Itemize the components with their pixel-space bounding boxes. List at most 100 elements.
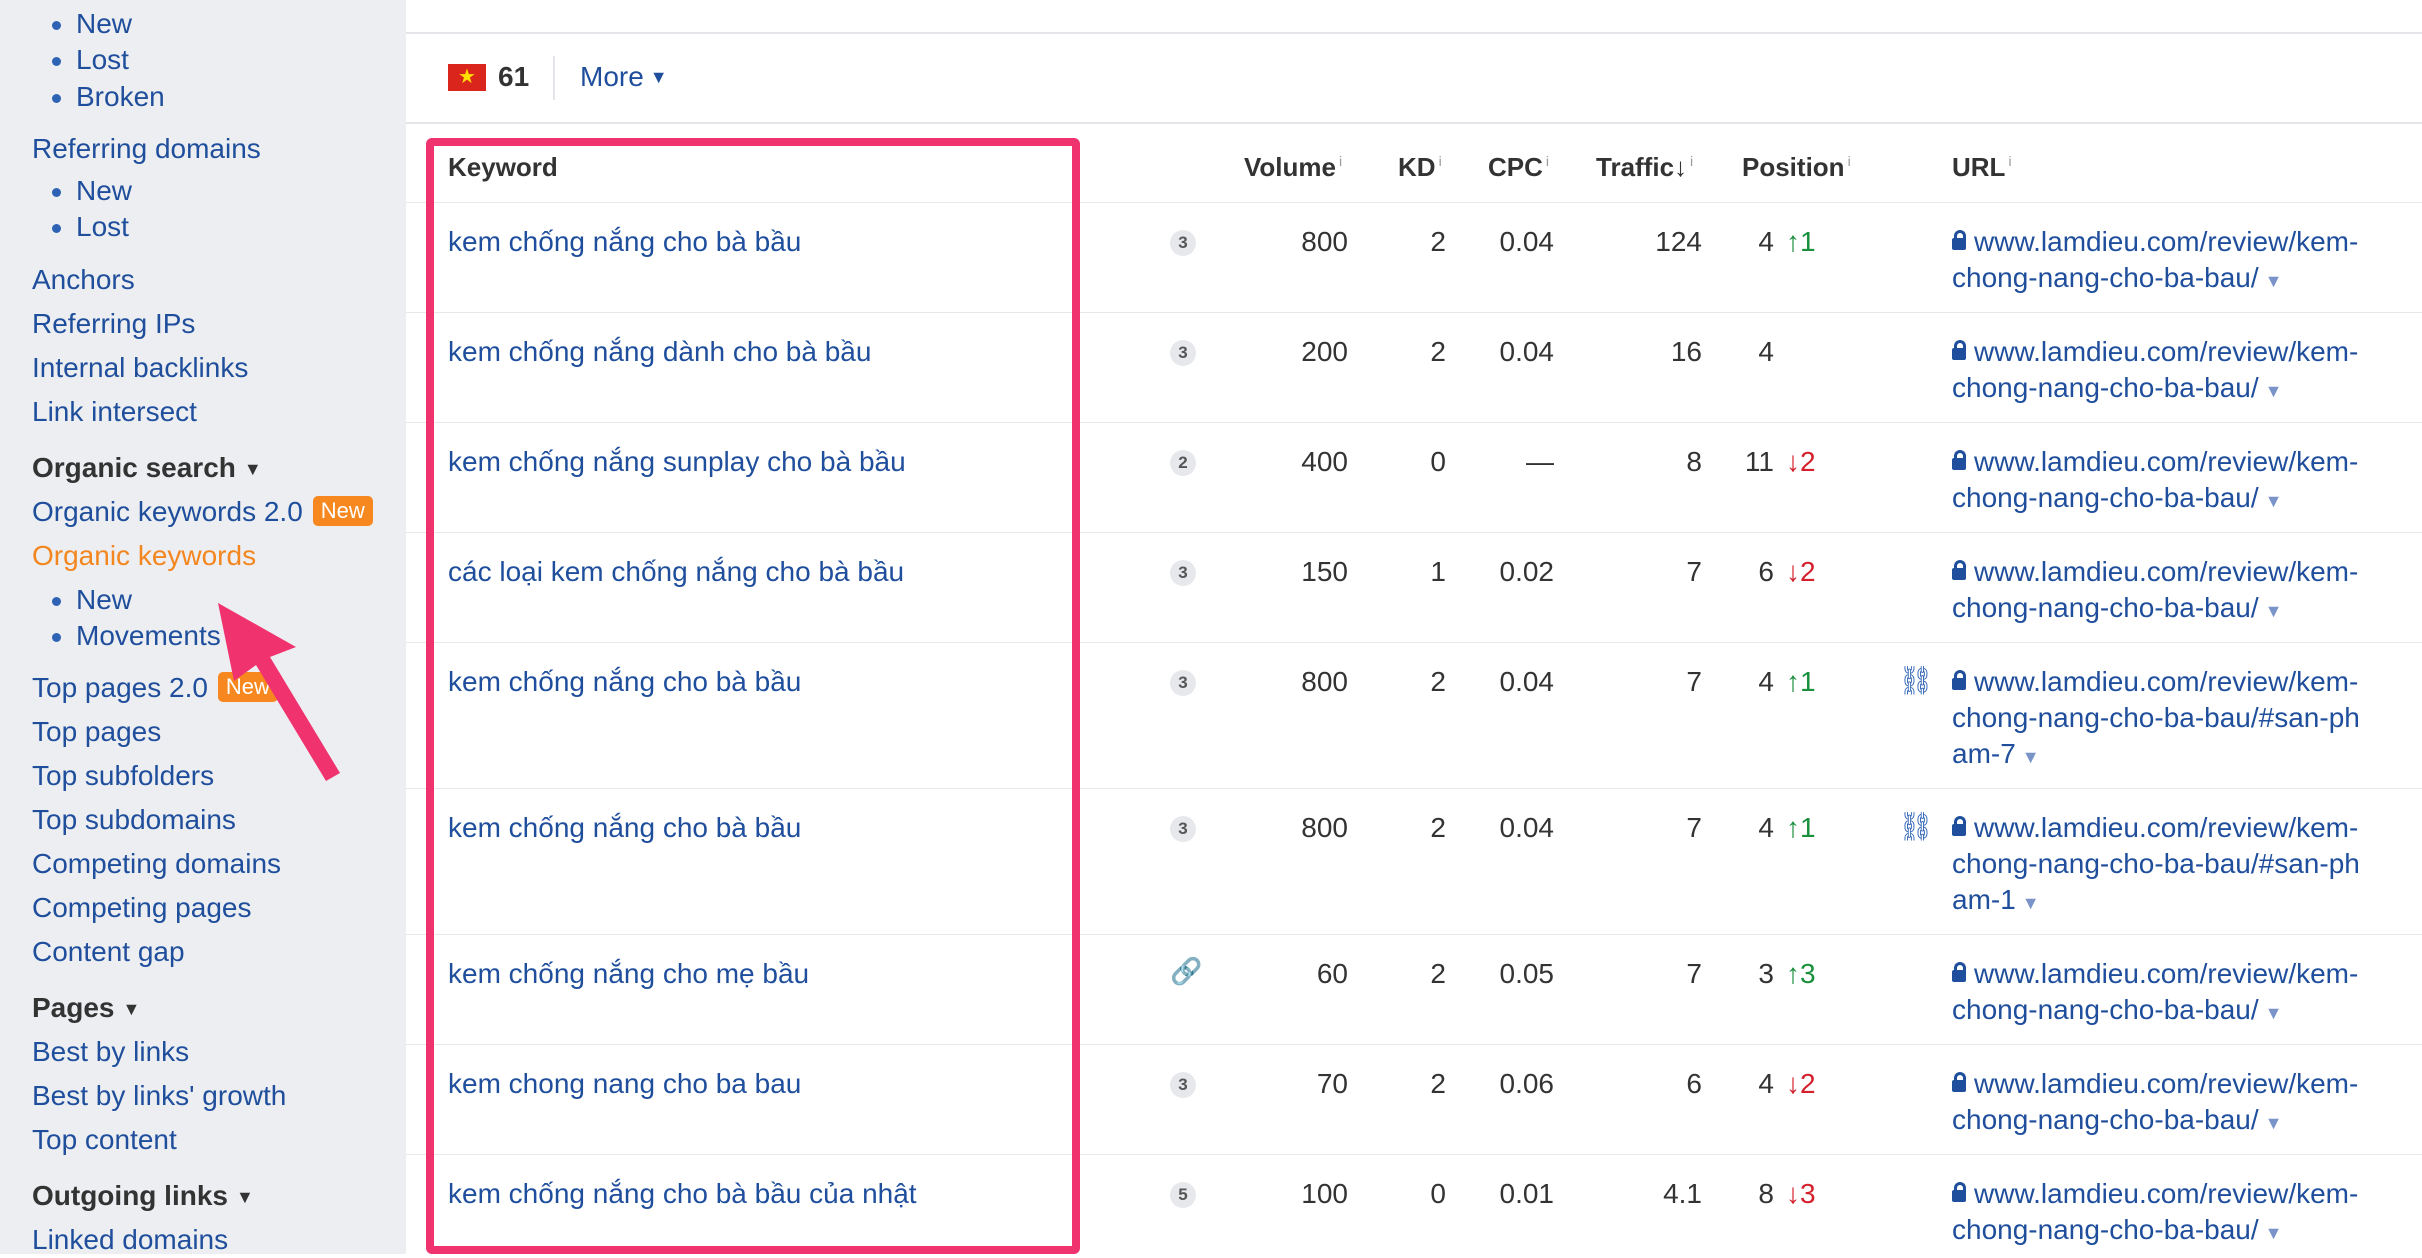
info-icon: i bbox=[1690, 153, 1694, 170]
sidebar-item-best-by-links-growth[interactable]: Best by links' growth bbox=[32, 1078, 286, 1114]
caret-down-icon[interactable]: ▼ bbox=[2265, 381, 2283, 401]
caret-down-icon[interactable]: ▼ bbox=[2265, 1113, 2283, 1133]
bullet bbox=[52, 597, 61, 606]
cpc-value: 0.04 bbox=[1499, 226, 1555, 257]
kd-value: 2 bbox=[1430, 226, 1446, 257]
new-badge: New bbox=[312, 496, 373, 526]
bullet bbox=[52, 188, 61, 197]
serp-features-badge[interactable]: 5 bbox=[1170, 1182, 1196, 1208]
cpc-value: 0.01 bbox=[1499, 1178, 1555, 1209]
volume-value: 200 bbox=[1301, 336, 1348, 367]
sidebar-item-referring-domains[interactable]: Referring domains bbox=[32, 131, 261, 167]
sidebar-item-backlinks-lost[interactable]: Lost bbox=[76, 42, 129, 78]
sidebar-item-organic-keywords-2[interactable]: Organic keywords 2.0 New bbox=[32, 494, 373, 530]
chain-link-icon[interactable]: ⛓ bbox=[1898, 664, 1934, 697]
volume-value: 60 bbox=[1316, 958, 1348, 989]
cpc-value: — bbox=[1526, 446, 1554, 477]
bullet bbox=[52, 57, 61, 66]
url-link[interactable]: www.lamdieu.com/review/kem-chong-nang-ch… bbox=[1952, 956, 2372, 1031]
divider bbox=[553, 56, 555, 100]
caret-down-icon[interactable]: ▼ bbox=[2265, 491, 2283, 511]
caret-down-icon[interactable]: ▼ bbox=[2265, 1223, 2283, 1243]
cpc-value: 0.02 bbox=[1499, 556, 1555, 587]
serp-features-badge[interactable]: 3 bbox=[1170, 230, 1196, 256]
caret-down-icon[interactable]: ▼ bbox=[2265, 1003, 2283, 1023]
sidebar-item-referring-lost[interactable]: Lost bbox=[76, 209, 129, 245]
sidebar-item-competing-pages[interactable]: Competing pages bbox=[32, 890, 251, 926]
sidebar-item-top-content[interactable]: Top content bbox=[32, 1122, 177, 1158]
info-icon: i bbox=[1545, 153, 1550, 170]
lock-icon bbox=[1952, 340, 1966, 360]
position-value: 4 bbox=[1758, 1068, 1774, 1099]
url-link[interactable]: www.lamdieu.com/review/kem-chong-nang-ch… bbox=[1952, 224, 2372, 299]
caret-down-icon[interactable]: ▼ bbox=[2022, 893, 2040, 913]
sidebar-item-content-gap[interactable]: Content gap bbox=[32, 934, 185, 970]
url-link[interactable]: www.lamdieu.com/review/kem-chong-nang-ch… bbox=[1952, 664, 2372, 775]
header-volume[interactable]: Volume i bbox=[1244, 152, 1342, 183]
serp-features-badge[interactable]: 2 bbox=[1170, 450, 1196, 476]
sidebar-item-competing-domains[interactable]: Competing domains bbox=[32, 846, 281, 882]
sidebar-item-linked-domains[interactable]: Linked domains bbox=[32, 1222, 228, 1258]
cpc-value: 0.04 bbox=[1499, 666, 1555, 697]
header-label: Traffic bbox=[1596, 152, 1675, 182]
position-change: ↓2 bbox=[1786, 1068, 1816, 1099]
position-change: ↓2 bbox=[1786, 446, 1816, 477]
sidebar-heading-outgoing-links[interactable]: Outgoing links ▼ bbox=[32, 1178, 254, 1215]
sidebar-item-link-intersect[interactable]: Link intersect bbox=[32, 394, 197, 430]
lock-icon bbox=[1952, 962, 1966, 982]
serp-features-badge[interactable]: 3 bbox=[1170, 670, 1196, 696]
caret-down-icon[interactable]: ▼ bbox=[2265, 601, 2283, 621]
sidebar-heading-organic-search[interactable]: Organic search ▼ bbox=[32, 450, 262, 487]
info-icon: i bbox=[2008, 153, 2012, 170]
sidebar-item-referring-ips[interactable]: Referring IPs bbox=[32, 306, 195, 342]
volume-value: 100 bbox=[1301, 1178, 1348, 1209]
chain-link-icon[interactable]: ⛓ bbox=[1898, 810, 1934, 843]
traffic-value: 7 bbox=[1686, 958, 1702, 989]
url-link[interactable]: www.lamdieu.com/review/kem-chong-nang-ch… bbox=[1952, 444, 2372, 519]
sidebar-item-organic-new[interactable]: New bbox=[76, 582, 132, 618]
heading-label: Outgoing links bbox=[32, 1180, 228, 1211]
url-link[interactable]: www.lamdieu.com/review/kem-chong-nang-ch… bbox=[1952, 1066, 2372, 1141]
sidebar-item-referring-new[interactable]: New bbox=[76, 173, 132, 209]
header-position[interactable]: Position i bbox=[1742, 152, 1851, 183]
sidebar-heading-pages[interactable]: Pages ▼ bbox=[32, 990, 140, 1027]
caret-down-icon[interactable]: ▼ bbox=[2022, 747, 2040, 767]
url-link[interactable]: www.lamdieu.com/review/kem-chong-nang-ch… bbox=[1952, 810, 2372, 921]
sidebar-item-anchors[interactable]: Anchors bbox=[32, 262, 135, 298]
header-traffic[interactable]: Traffic↓ i bbox=[1596, 152, 1693, 183]
sidebar-item-organic-keywords[interactable]: Organic keywords bbox=[32, 538, 256, 574]
sidebar-item-top-subfolders[interactable]: Top subfolders bbox=[32, 758, 214, 794]
header-cpc[interactable]: CPC i bbox=[1488, 152, 1549, 183]
url-link[interactable]: www.lamdieu.com/review/kem-chong-nang-ch… bbox=[1952, 554, 2372, 629]
sidebar-item-backlinks-broken[interactable]: Broken bbox=[76, 79, 165, 115]
sidebar-item-best-by-links[interactable]: Best by links bbox=[32, 1034, 189, 1070]
url-link[interactable]: www.lamdieu.com/review/kem-chong-nang-ch… bbox=[1952, 334, 2372, 409]
url-text: www.lamdieu.com/review/kem-chong-nang-ch… bbox=[1952, 446, 2359, 513]
serp-features-badge[interactable]: 3 bbox=[1170, 560, 1196, 586]
caret-down-icon[interactable]: ▼ bbox=[2265, 271, 2283, 291]
sidebar-item-top-subdomains[interactable]: Top subdomains bbox=[32, 802, 236, 838]
heading-label: Organic search bbox=[32, 452, 236, 483]
serp-features-badge[interactable]: 3 bbox=[1170, 340, 1196, 366]
header-kd[interactable]: KD i bbox=[1398, 152, 1442, 183]
serp-features-badge[interactable]: 3 bbox=[1170, 816, 1196, 842]
sidebar-item-movements[interactable]: Movements bbox=[76, 618, 221, 654]
url-text: www.lamdieu.com/review/kem-chong-nang-ch… bbox=[1952, 336, 2359, 403]
traffic-value: 124 bbox=[1655, 226, 1702, 257]
kd-value: 2 bbox=[1430, 1068, 1446, 1099]
more-button[interactable]: More ▼ bbox=[580, 61, 668, 93]
sort-desc-icon: ↓ bbox=[1674, 152, 1688, 182]
link-icon: 🔗 bbox=[1170, 956, 1203, 986]
cpc-value: 0.04 bbox=[1499, 812, 1555, 843]
cpc-value: 0.04 bbox=[1499, 336, 1555, 367]
country-count[interactable]: 61 bbox=[498, 61, 529, 93]
sidebar-item-top-pages[interactable]: Top pages bbox=[32, 714, 161, 750]
sidebar-item-internal-backlinks[interactable]: Internal backlinks bbox=[32, 350, 248, 386]
url-link[interactable]: www.lamdieu.com/review/kem-chong-nang-ch… bbox=[1952, 1176, 2372, 1251]
bullet bbox=[52, 94, 61, 103]
lock-icon bbox=[1952, 450, 1966, 470]
header-url[interactable]: URL i bbox=[1952, 152, 2012, 183]
url-text: www.lamdieu.com/review/kem-chong-nang-ch… bbox=[1952, 958, 2359, 1025]
sidebar-item-backlinks-new[interactable]: New bbox=[76, 6, 132, 42]
serp-features-badge[interactable]: 3 bbox=[1170, 1072, 1196, 1098]
